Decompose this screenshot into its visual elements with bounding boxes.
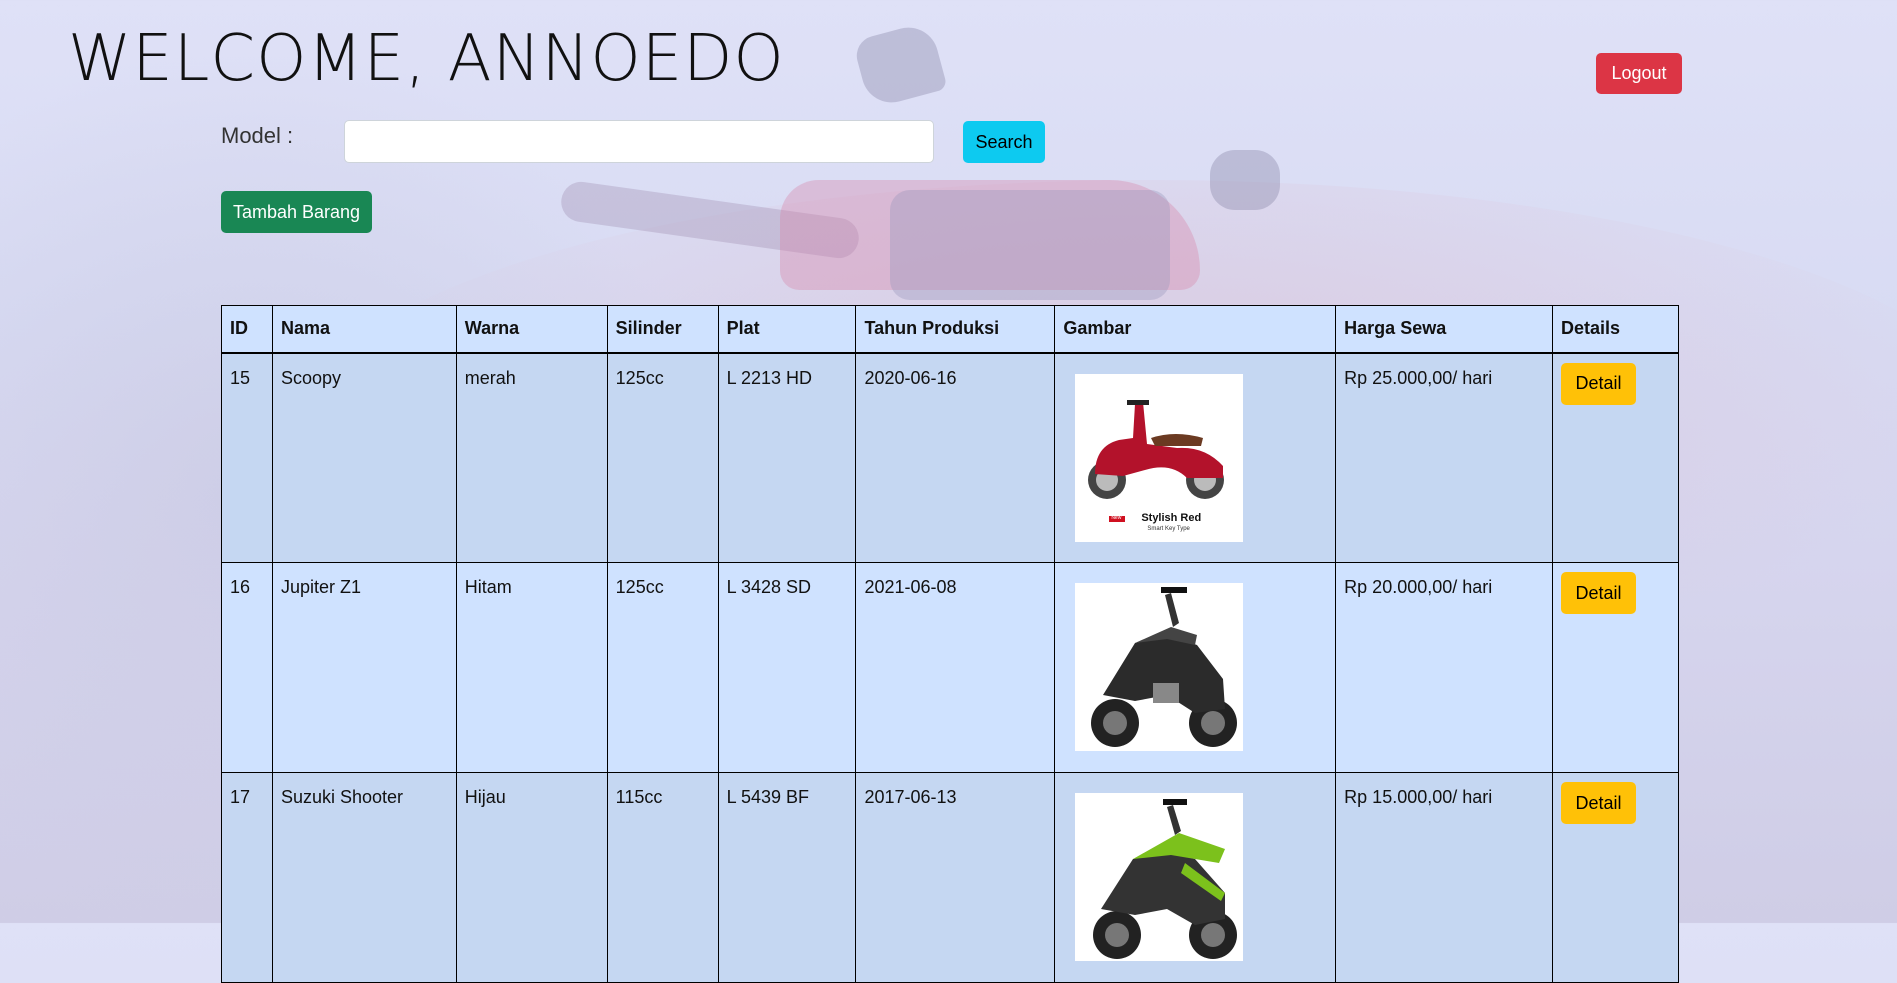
table-row: 16 Jupiter Z1 Hitam 125cc L 3428 SD 2021… [221,562,1680,773]
cell-id: 16 [221,562,273,773]
motorcycle-jupiter-image [1075,583,1244,751]
motorcycle-shooter-image [1075,793,1244,961]
table-row: 15 Scoopy merah 125cc L 2213 HD 2020-06-… [221,352,1680,563]
cell-id: 17 [221,772,273,983]
column-header-warna: Warna [455,305,608,354]
model-search-input[interactable] [344,120,934,163]
cell-gambar [1054,772,1337,983]
cell-nama: Jupiter Z1 [271,562,457,773]
image-caption: Stylish Red [1141,511,1202,524]
add-item-button[interactable]: Tambah Barang [221,191,372,233]
column-header-plat: Plat [717,305,857,354]
cell-warna: merah [455,352,608,563]
cell-plat: L 5439 BF [717,772,857,983]
cell-gambar: New Stylish Red Smart Key Type [1054,352,1337,563]
cell-tahun: 2021-06-08 [855,562,1056,773]
column-header-gambar: Gambar [1054,305,1337,354]
logout-button[interactable]: Logout [1596,53,1682,94]
cell-nama: Scoopy [271,352,457,563]
motorcycle-table: ID Nama Warna Silinder Plat Tahun Produk… [221,305,1680,983]
cell-details: Detail [1551,562,1680,773]
image-subcaption: Smart Key Type [1147,525,1190,532]
cell-plat: L 2213 HD [717,352,857,563]
detail-button[interactable]: Detail [1560,572,1636,614]
column-header-harga: Harga Sewa [1335,305,1553,354]
column-header-details: Details [1551,305,1680,354]
cell-tahun: 2017-06-13 [855,772,1056,983]
motorcycle-scoopy-image: New Stylish Red Smart Key Type [1075,373,1244,542]
cell-details: Detail [1551,772,1680,983]
cell-silinder: 115cc [606,772,719,983]
cell-harga: Rp 25.000,00/ hari [1335,352,1553,563]
detail-button[interactable]: Detail [1560,362,1636,405]
model-label: Model : [221,123,294,148]
table-header-row: ID Nama Warna Silinder Plat Tahun Produk… [221,305,1680,354]
cell-silinder: 125cc [606,562,719,773]
column-header-tahun: Tahun Produksi [855,305,1056,354]
image-new-badge: New [1111,514,1122,521]
cell-warna: Hijau [455,772,608,983]
column-header-nama: Nama [271,305,457,354]
cell-harga: Rp 15.000,00/ hari [1335,772,1553,983]
cell-plat: L 3428 SD [717,562,857,773]
table-row: 17 Suzuki Shooter Hijau 115cc L 5439 BF … [221,772,1680,983]
cell-warna: Hitam [455,562,608,773]
cell-gambar [1054,562,1337,773]
cell-nama: Suzuki Shooter [271,772,457,983]
cell-details: Detail [1551,352,1680,563]
search-button[interactable]: Search [963,121,1045,163]
cell-id: 15 [221,352,273,563]
column-header-silinder: Silinder [606,305,719,354]
column-header-id: ID [221,305,273,354]
cell-harga: Rp 20.000,00/ hari [1335,562,1553,773]
cell-tahun: 2020-06-16 [855,352,1056,563]
cell-silinder: 125cc [606,352,719,563]
welcome-heading: WELCOME, ANNOEDO [68,22,785,96]
detail-button[interactable]: Detail [1560,782,1636,824]
